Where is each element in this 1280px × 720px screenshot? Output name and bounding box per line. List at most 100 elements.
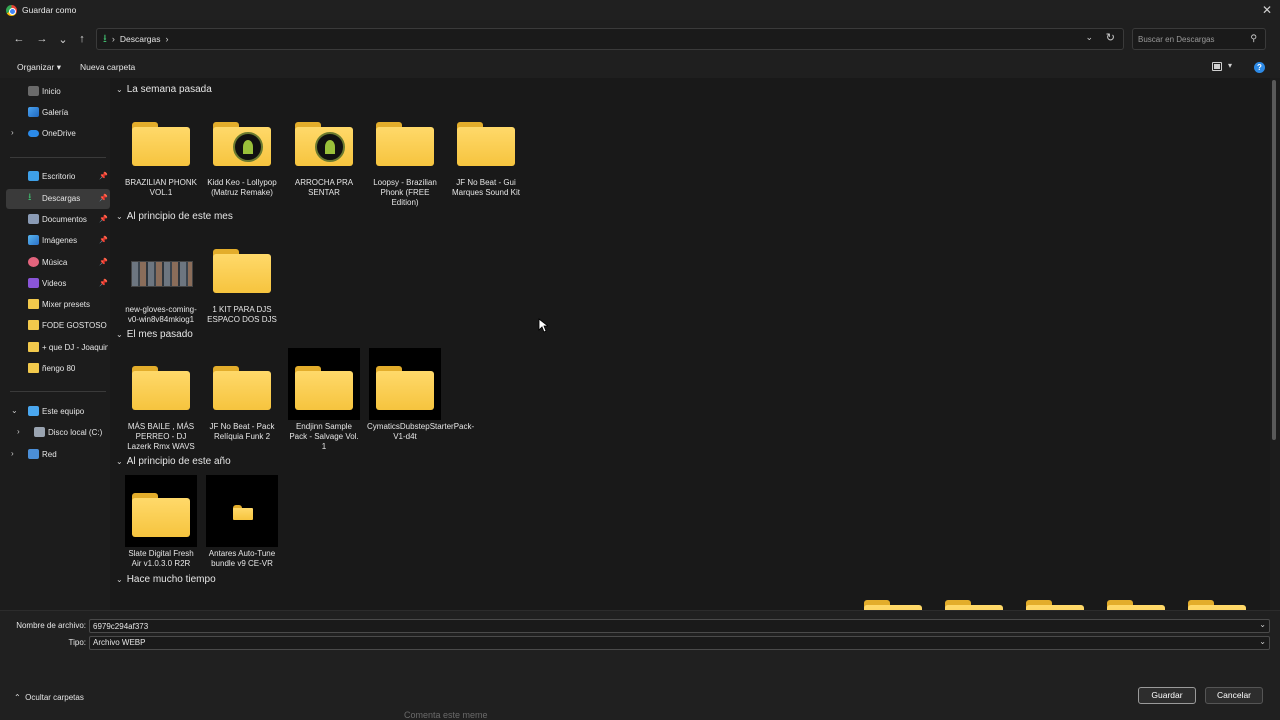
address-bar[interactable]: ⭳ › Descargas › ⌄ ↻ [96,28,1124,50]
sidebar-item-label: Descargas [42,194,81,203]
navigation-pane: Inicio Galería › OneDrive Escritorio 📌 ⭳… [0,78,110,610]
organize-button[interactable]: Organizar ▾ [17,62,61,73]
vertical-scrollbar[interactable] [1272,80,1276,440]
folder-item[interactable]: Loopsy - Brazilian Phonk (FREE Edition) [367,104,443,208]
sidebar-item-este-equipo[interactable]: ⌄ Este equipo [6,402,110,422]
type-label: Tipo: [68,638,87,647]
chevron-down-icon[interactable]: ⌄ [116,457,123,466]
save-button[interactable]: Guardar [1138,687,1196,704]
folder-item[interactable] [936,582,1012,610]
folder-item[interactable]: JF No Beat - Gui Marques Sound Kit [448,104,524,198]
folder-item[interactable]: Antares Auto-Tune bundle v9 CE-VR [204,475,280,569]
chevron-right-icon[interactable]: › [11,449,14,458]
folder-name: MÁS BAILE , MÁS PERREO - DJ Lazerk Rmx W… [127,422,195,451]
back-button[interactable]: ← [10,30,28,48]
sidebar-item-imagenes[interactable]: Imágenes 📌 [6,231,110,251]
folder-name: JF No Beat - Pack Relíquia Funk 2 [209,422,275,441]
sidebar-item-onedrive[interactable]: › OneDrive [6,124,110,144]
type-select[interactable]: Archivo WEBP ⌄ [89,636,1270,650]
pin-icon: 📌 [99,259,108,266]
mouse-pointer-icon [538,318,548,333]
sidebar-item-que-dj[interactable]: + que DJ - Joaquin [6,338,110,358]
recent-locations-button[interactable]: ⌄ [54,30,72,48]
chevron-down-icon[interactable]: ⌄ [116,575,123,584]
folder-icon [125,475,197,547]
folder-item[interactable]: 1 KIT PARA DJS ESPACO DOS DJS [204,231,280,325]
sidebar-divider [10,391,106,392]
image-file-item[interactable]: new-gloves-coming-v0-win8v84mkiog1 [123,231,199,325]
hide-folders-button[interactable]: ⌃ Ocultar carpetas [14,693,84,702]
chevron-down-icon[interactable]: ▾ [1228,61,1232,70]
folder-item[interactable]: MÁS BAILE , MÁS PERREO - DJ Lazerk Rmx W… [123,348,199,452]
pc-icon [28,406,39,416]
chevron-right-icon[interactable]: › [11,128,14,137]
sidebar-item-galeria[interactable]: Galería [6,103,110,123]
folder-item[interactable] [855,582,931,610]
search-box[interactable]: ⚲ [1132,28,1266,50]
up-button[interactable]: ↑ [73,30,91,48]
breadcrumb-descargas[interactable]: Descargas [120,34,161,44]
new-folder-button[interactable]: Nueva carpeta [80,62,135,72]
sidebar-item-videos[interactable]: Videos 📌 [6,274,110,294]
sidebar-item-red[interactable]: › Red [6,445,110,465]
folder-icon [206,231,278,303]
sidebar-item-nengo-80[interactable]: ñengo 80 [6,359,110,379]
sidebar-item-label: Galería [42,108,69,117]
chevron-down-icon[interactable]: ⌄ [11,406,18,415]
sidebar-item-descargas[interactable]: ⭳ Descargas 📌 [6,189,110,209]
group-header-start-of-month[interactable]: ⌄ Al principio de este mes [116,211,233,222]
view-options-icon[interactable] [1212,62,1222,71]
chevron-down-icon[interactable]: ⌄ [116,85,123,94]
help-icon[interactable]: ? [1254,62,1265,73]
folder-item[interactable]: CymaticsDubstepStarterPack-V1-d4t [367,348,474,442]
chevron-down-icon[interactable]: ⌄ [116,212,123,221]
sidebar-item-escritorio[interactable]: Escritorio 📌 [6,167,110,187]
chevron-right-icon[interactable]: › [166,34,169,44]
sidebar-item-label: Imágenes [42,236,78,245]
filename-field[interactable]: ⌄ [89,619,1270,633]
close-icon[interactable]: ✕ [1262,3,1272,17]
chevron-down-icon[interactable]: ⌄ [1259,637,1266,646]
folder-name: Slate Digital Fresh Air v1.0.3.0 R2R [128,549,194,568]
refresh-icon[interactable]: ↻ [1106,31,1115,44]
folder-icon [1019,582,1091,610]
folder-item[interactable]: JF No Beat - Pack Relíquia Funk 2 [204,348,280,442]
folder-item[interactable]: Slate Digital Fresh Air v1.0.3.0 R2R [123,475,199,569]
chevron-up-icon: ⌃ [14,693,21,702]
group-header-long-ago[interactable]: ⌄ Hace mucho tiempo [116,574,216,585]
folder-icon [450,104,522,176]
folder-item[interactable] [1098,582,1174,610]
folder-icon [288,104,360,176]
sidebar-item-mixer-presets[interactable]: Mixer presets [6,295,110,315]
network-icon [28,449,39,459]
folder-item[interactable]: Endjinn Sample Pack - Salvage Vol. 1 [286,348,362,452]
search-input[interactable] [1133,29,1243,49]
sidebar-item-fode-gostoso[interactable]: FODE GOSTOSO [6,316,110,336]
onedrive-icon [28,130,39,137]
cancel-button[interactable]: Cancelar [1205,687,1263,704]
sidebar-item-inicio[interactable]: Inicio [6,82,110,102]
chevron-down-icon[interactable]: ⌄ [116,330,123,339]
folder-item[interactable]: ARROCHA PRA SENTAR [286,104,362,198]
chevron-right-icon[interactable]: › [17,427,20,436]
folder-item[interactable] [1017,582,1093,610]
search-icon[interactable]: ⚲ [1250,33,1257,44]
folder-item[interactable]: BRAZILIAN PHONK VOL.1 [123,104,199,198]
sidebar-item-disco-local[interactable]: › Disco local (C:) [12,423,116,443]
group-header-last-month[interactable]: ⌄ El mes pasado [116,329,193,340]
chevron-down-icon[interactable]: ⌄ [1259,620,1266,629]
filename-input[interactable] [90,620,1240,632]
sidebar-item-label: Red [42,450,57,459]
group-header-start-of-year[interactable]: ⌄ Al principio de este año [116,456,231,467]
sidebar-item-musica[interactable]: Música 📌 [6,253,110,273]
group-header-last-week[interactable]: ⌄ La semana pasada [116,84,212,95]
download-icon: ⭳ [28,192,32,203]
sidebar-item-documentos[interactable]: Documentos 📌 [6,210,110,230]
forward-button[interactable]: → [33,30,51,48]
folder-item[interactable] [1179,582,1255,610]
chrome-icon [6,4,17,16]
address-dropdown-icon[interactable]: ⌄ [1085,32,1093,43]
music-icon [28,257,39,267]
folder-item[interactable]: Kidd Keo - Lollypop (Matruz Remake) [204,104,280,198]
images-icon [28,235,39,245]
